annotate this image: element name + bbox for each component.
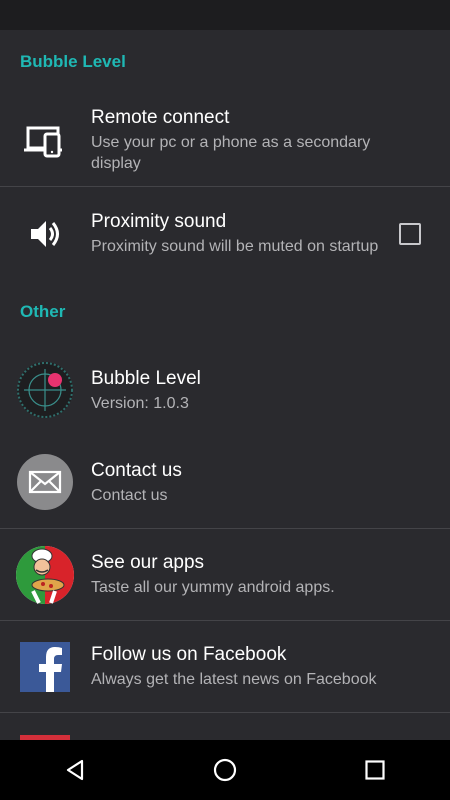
- chef-pizza-icon: [15, 545, 75, 605]
- pref-title: Follow us on Facebook: [91, 644, 287, 665]
- mail-icon: [15, 452, 75, 512]
- pref-summary: Always get the latest news on Facebook: [91, 671, 377, 688]
- back-icon[interactable]: [55, 750, 95, 790]
- pref-summary: Taste all our yummy android apps.: [91, 579, 335, 596]
- pref-summary: Version: 1.0.3: [91, 394, 189, 412]
- pref-proximity-sound[interactable]: Proximity sound Proximity sound will be …: [0, 186, 450, 280]
- pref-partial-next[interactable]: [0, 712, 450, 740]
- home-icon[interactable]: [205, 750, 245, 790]
- section-header-bubble-level: Bubble Level: [20, 52, 126, 71]
- navigation-bar: [0, 740, 450, 800]
- pref-remote-connect[interactable]: Remote connect Use your pc or a phone as…: [0, 94, 450, 186]
- pref-follow-facebook[interactable]: Follow us on Facebook Always get the lat…: [0, 620, 450, 712]
- pref-contact-us[interactable]: Contact us Contact us: [0, 436, 450, 528]
- pref-title: Proximity sound: [91, 211, 227, 232]
- pref-app-version[interactable]: Bubble Level Version: 1.0.3: [0, 344, 450, 436]
- pref-title: Remote connect: [91, 107, 230, 128]
- pref-title: Contact us: [91, 459, 182, 481]
- pref-see-our-apps[interactable]: See our apps Taste all our yummy android…: [0, 528, 450, 620]
- pref-title: See our apps: [91, 552, 205, 573]
- pref-summary: Contact us: [91, 486, 168, 504]
- speaker-icon: [15, 204, 75, 264]
- settings-list[interactable]: Bubble Level Remote connect Use your pc …: [0, 30, 450, 740]
- screen: Bubble Level Remote connect Use your pc …: [0, 0, 450, 800]
- bubble-level-app-icon: [15, 360, 75, 420]
- pref-summary: Proximity sound will be muted on startup: [91, 238, 379, 255]
- pref-title: Bubble Level: [91, 367, 201, 389]
- facebook-icon: [15, 637, 75, 697]
- status-bar: [0, 0, 450, 30]
- pref-summary: Use your pc or a phone as a secondary di…: [91, 134, 371, 172]
- section-header-other: Other: [20, 302, 66, 321]
- recents-icon[interactable]: [355, 750, 395, 790]
- laptop-phone-icon: [15, 110, 75, 170]
- proximity-sound-checkbox[interactable]: [399, 222, 421, 245]
